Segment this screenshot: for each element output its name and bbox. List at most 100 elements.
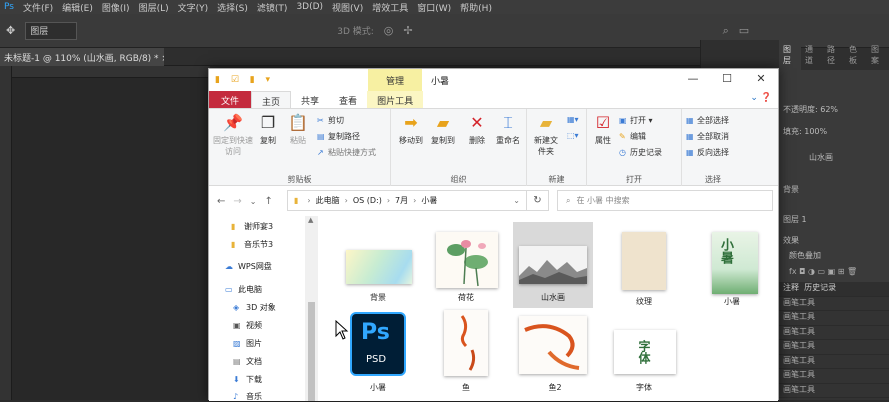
menu-file[interactable]: 文件(F) (23, 1, 53, 14)
nav-item[interactable]: ▮ 谢师宴3 (231, 221, 273, 232)
layer-effect-row[interactable]: 颜色叠加 (779, 250, 889, 261)
maximize-button[interactable]: ☐ (710, 69, 744, 91)
menu-edit[interactable]: 编辑(E) (62, 1, 93, 14)
file-item[interactable]: 鱼 (424, 308, 508, 401)
tab-share[interactable]: 共享 (291, 91, 329, 108)
tab-file[interactable]: 文件 (209, 91, 252, 108)
nav-item[interactable]: ▣ 视频 (233, 320, 262, 331)
recent-chevron-icon[interactable]: ⌄ (250, 197, 257, 206)
breadcrumb-drive[interactable]: OS (D:) (353, 196, 382, 205)
nav-scroll-thumb[interactable] (308, 302, 315, 401)
nav-item[interactable]: ⬇ 下载 (233, 374, 262, 385)
file-item[interactable]: 荷花 (424, 226, 508, 306)
quick-access-toolbar[interactable]: ▮ ☑ ▮ ▾ (215, 75, 274, 85)
edit-button[interactable]: ✎ 编辑 (619, 131, 646, 142)
breadcrumb-this-pc[interactable]: 此电脑 (316, 195, 340, 206)
layer-row[interactable]: 图层 1 (779, 214, 889, 225)
pan-icon[interactable]: ✢ (403, 24, 412, 37)
frame-icon[interactable]: ▭ (739, 24, 749, 37)
select-all-button[interactable]: ▦ 全部选择 (686, 115, 729, 126)
copy-path-button[interactable]: ▤ 复制路径 (317, 131, 360, 142)
fill-row[interactable]: 填充: 100% (779, 126, 889, 137)
new-item-icon[interactable]: ▦▾ (567, 115, 579, 124)
menu-plugins[interactable]: 增效工具 (372, 1, 408, 14)
tab-view[interactable]: 查看 (329, 91, 367, 108)
nav-item[interactable]: ☁ WPS网盘 (225, 261, 272, 272)
history-item[interactable]: 画笔工具 (779, 311, 889, 326)
layer-row[interactable]: 山水画 (779, 152, 889, 163)
menu-window[interactable]: 窗口(W) (417, 1, 451, 14)
history-item[interactable]: 画笔工具 (779, 355, 889, 369)
search-icon[interactable]: ⌕ (723, 24, 729, 38)
address-bar[interactable]: ▮ › 此电脑 › OS (D:) › 7月 › 小暑 ⌄ (287, 190, 527, 211)
file-item[interactable]: 纹理 (602, 226, 686, 306)
menu-type[interactable]: 文字(Y) (178, 1, 209, 14)
chevron-down-icon[interactable]: ⌄ (513, 196, 520, 205)
refresh-button[interactable]: ↻ (527, 190, 549, 211)
nav-scrollbar[interactable]: ▲ (305, 216, 318, 401)
delete-button[interactable]: ✕ 删除 (465, 113, 489, 146)
menu-select[interactable]: 选择(S) (217, 1, 248, 14)
orbit-icon[interactable]: ◎ (384, 24, 394, 37)
file-item[interactable]: 字体 字体 (602, 308, 686, 401)
layer-select[interactable]: 图层 (25, 21, 78, 40)
tab-picture-tools[interactable]: 图片工具 (367, 91, 424, 108)
help-icon[interactable]: ⌄ ❓ (750, 93, 772, 103)
tab-paths[interactable]: 路径 (823, 44, 845, 70)
history-item[interactable]: 画笔工具 (779, 326, 889, 340)
copy-to-button[interactable]: ▰ 复制到 (429, 113, 457, 146)
select-none-button[interactable]: ▦ 全部取消 (686, 131, 729, 142)
nav-item[interactable]: ▭ 此电脑 (225, 284, 262, 295)
tab-channels[interactable]: 通道 (801, 44, 823, 70)
layer-row[interactable]: 背景 (779, 184, 889, 195)
nav-item[interactable]: ▤ 文档 (233, 356, 262, 367)
forward-icon[interactable]: → (233, 196, 241, 207)
easy-access-icon[interactable]: ⬚▾ (567, 131, 579, 140)
manage-tab[interactable]: 管理 (368, 69, 422, 91)
back-icon[interactable]: ← (217, 196, 225, 207)
rename-button[interactable]: ⌶ 重命名 (493, 113, 523, 146)
opacity-row[interactable]: 不透明度: 62% (779, 104, 889, 115)
menu-image[interactable]: 图像(I) (102, 1, 130, 14)
open-button[interactable]: ▣ 打开 ▾ (619, 115, 653, 126)
tab-home[interactable]: 主页 (251, 91, 292, 108)
menu-view[interactable]: 视图(V) (332, 1, 363, 14)
history-item[interactable]: 画笔工具 (779, 369, 889, 384)
pin-quick-access-button[interactable]: 📌 固定到快速访问 (213, 113, 253, 157)
tab-patterns[interactable]: 图案 (867, 44, 889, 70)
minimize-button[interactable]: — (676, 69, 710, 91)
history-item[interactable]: 画笔工具 (779, 340, 889, 355)
close-button[interactable]: ✕ (744, 69, 778, 91)
copy-button[interactable]: ❐ 复制 (257, 113, 279, 146)
history-button[interactable]: ◷ 历史记录 (619, 147, 662, 158)
paste-button[interactable]: 📋 粘贴 (287, 113, 309, 146)
file-item[interactable]: 小暑 小暑 (690, 226, 774, 306)
history-item[interactable]: 画笔工具 (779, 297, 889, 311)
nav-item[interactable]: ▮ 音乐节3 (231, 239, 273, 250)
file-item[interactable]: 鱼2 (513, 308, 597, 401)
properties-button[interactable]: ☑ 属性 (591, 113, 615, 146)
layer-effect-row[interactable]: 效果 (779, 235, 889, 246)
scroll-up-icon[interactable]: ▲ (308, 216, 313, 224)
nav-item[interactable]: ◈ 3D 对象 (233, 302, 276, 313)
tab-swatches[interactable]: 色板 (845, 44, 867, 70)
menu-layer[interactable]: 图层(L) (139, 1, 169, 14)
menu-filter[interactable]: 滤镜(T) (257, 1, 288, 14)
invert-selection-button[interactable]: ▦ 反向选择 (686, 147, 729, 158)
file-item[interactable]: 背景 (336, 226, 420, 306)
paste-shortcut-button[interactable]: ↗ 粘贴快捷方式 (317, 147, 376, 158)
doc-tab[interactable]: 未标题-1 @ 110% (山水画, RGB/8) * × (0, 48, 164, 66)
up-icon[interactable]: ↑ (264, 196, 272, 207)
move-to-button[interactable]: ➡ 移动到 (397, 113, 425, 146)
menu-3d[interactable]: 3D(D) (296, 2, 323, 12)
tab-layers[interactable]: 图层 (779, 40, 801, 70)
breadcrumb-month[interactable]: 7月 (395, 195, 408, 206)
new-folder-button[interactable]: ▰ 新建文件夹 (531, 113, 561, 157)
menu-help[interactable]: 帮助(H) (460, 1, 492, 14)
nav-item[interactable]: ▨ 图片 (233, 338, 262, 349)
tab-history[interactable]: 历史记录 (804, 283, 836, 292)
move-tool-icon[interactable]: ✥ (6, 24, 15, 37)
file-item-selected[interactable]: 山水画 (513, 222, 593, 308)
tab-notes[interactable]: 注释 (783, 283, 799, 292)
nav-item[interactable]: ♪ 音乐 (233, 391, 262, 402)
